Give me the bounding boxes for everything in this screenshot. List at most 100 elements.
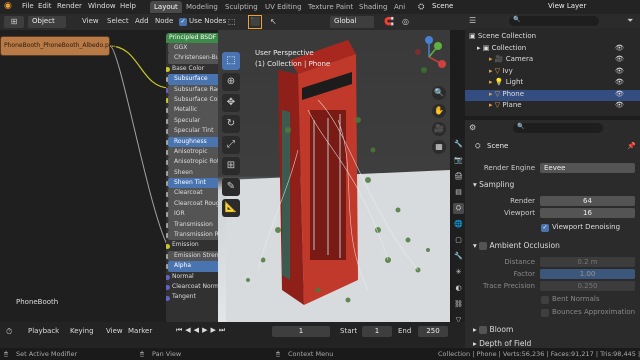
transform-pivot-icon[interactable]: ⬚: [228, 17, 236, 26]
view-layer-tab-icon[interactable]: ▤: [453, 187, 464, 198]
outliner-row-scene-collection[interactable]: ▣ Scene Collection: [465, 32, 640, 44]
outliner-row-light[interactable]: ▸ 💡 Light 👁: [465, 78, 640, 90]
principled-input-row[interactable]: GGX: [168, 43, 224, 54]
principled-input-row[interactable]: Sheen: [168, 167, 224, 179]
tab-layout[interactable]: Layout: [150, 1, 182, 13]
principled-input-row[interactable]: Normal: [166, 272, 226, 282]
image-texture-node[interactable]: PhoneBooth_PhoneBooth_Albedo.png: [0, 36, 116, 56]
bent-normals-checkbox[interactable]: [541, 296, 549, 304]
editor-type-icon[interactable]: ⊞: [4, 16, 24, 28]
menu-edit[interactable]: Edit: [38, 2, 52, 10]
ao-factor-slider[interactable]: 1.00: [540, 269, 635, 279]
scale-tool-icon[interactable]: ⤢: [222, 136, 240, 154]
menu-window[interactable]: Window: [88, 2, 116, 10]
orientation-selector[interactable]: Global: [330, 16, 374, 28]
viewport-samples-field[interactable]: 16: [540, 208, 635, 218]
principled-input-row[interactable]: Clearcoat Roughness: [168, 198, 226, 210]
visibility-eye-icon[interactable]: 👁: [615, 90, 624, 98]
current-frame-field[interactable]: 1: [272, 326, 330, 337]
principled-input-row[interactable]: Anisotropic: [168, 146, 224, 158]
end-frame-field[interactable]: 250: [418, 326, 448, 337]
annotate-tool-icon[interactable]: ✎: [222, 178, 240, 196]
principled-input-row[interactable]: Alpha: [168, 261, 224, 272]
menu-add[interactable]: Add: [135, 17, 149, 25]
tab-uv-editing[interactable]: UV Editing: [261, 1, 306, 13]
menu-node[interactable]: Node: [155, 17, 173, 25]
tab-modeling[interactable]: Modeling: [182, 1, 222, 13]
principled-input-row[interactable]: Clearcoat Normal: [166, 282, 226, 292]
outliner-row-ivy[interactable]: ▸ ▽ Ivy 👁: [465, 67, 640, 79]
tab-animation[interactable]: Ani: [390, 1, 409, 13]
principled-input-row[interactable]: IOR: [168, 209, 224, 220]
principled-input-row[interactable]: Subsurface Color: [168, 94, 225, 106]
pin-icon[interactable]: 📌: [627, 142, 636, 150]
properties-editor-icon[interactable]: ⚙: [469, 123, 476, 132]
outliner-row-collection[interactable]: ▸ ▣ Collection 👁: [465, 44, 640, 56]
principled-input-row[interactable]: Subsurface: [168, 74, 224, 85]
scene-tab-icon[interactable]: ⛭: [453, 203, 464, 214]
menu-help[interactable]: Help: [120, 2, 136, 10]
ao-distance-field[interactable]: 0.2 m: [540, 257, 635, 267]
outliner-editor-icon[interactable]: ☰: [469, 16, 476, 25]
visibility-eye-icon[interactable]: 👁: [615, 78, 624, 86]
properties-search-input[interactable]: 🔍: [513, 123, 603, 133]
principled-input-row[interactable]: Tangent: [166, 292, 226, 302]
cursor-tool-icon[interactable]: ⊕: [222, 73, 240, 91]
principled-input-row[interactable]: Christensen-Burley: [168, 53, 226, 64]
render-engine-dropdown[interactable]: Eevee: [540, 163, 635, 173]
mode-selector[interactable]: Object: [28, 16, 66, 28]
view-layer-selector[interactable]: View Layer: [548, 2, 586, 10]
visibility-eye-icon[interactable]: 👁: [615, 55, 624, 63]
filter-icon[interactable]: ⏷: [627, 16, 633, 26]
render-samples-field[interactable]: 64: [540, 196, 635, 206]
menu-file[interactable]: File: [22, 2, 34, 10]
menu-render[interactable]: Render: [57, 2, 82, 10]
tab-texture-paint[interactable]: Texture Paint: [304, 1, 357, 13]
outliner-row-phone[interactable]: ▸ ▽ Phone 👁: [465, 89, 640, 101]
principled-input-row[interactable]: Base Color: [166, 64, 226, 74]
menu-view[interactable]: View: [82, 17, 99, 25]
visibility-eye-icon[interactable]: 👁: [615, 67, 624, 75]
rotate-tool-icon[interactable]: ↻: [222, 115, 240, 133]
modifier-tab-icon[interactable]: 🔧: [453, 251, 464, 262]
start-frame-field[interactable]: 1: [362, 326, 392, 337]
playback-controls[interactable]: ⏮◀◀▶▶⏭: [176, 326, 228, 335]
outliner-search-input[interactable]: 🔍: [509, 16, 599, 26]
transform-tool-icon[interactable]: ⊞: [222, 157, 240, 175]
menu-select[interactable]: Select: [107, 17, 129, 25]
physics-tab-icon[interactable]: ◐: [453, 283, 464, 294]
render-tab-icon[interactable]: 📷: [453, 155, 464, 166]
proportional-edit-icon[interactable]: ◎: [402, 17, 409, 26]
blender-logo-icon[interactable]: ◉: [4, 1, 12, 11]
ambient-occlusion-checkbox[interactable]: [479, 242, 488, 250]
zoom-icon[interactable]: 🔍: [432, 86, 446, 100]
camera-view-icon[interactable]: 🎥: [432, 122, 446, 136]
sampling-panel-header[interactable]: ▾ Sampling: [473, 180, 514, 189]
principled-input-row[interactable]: Subsurface Radius: [168, 84, 226, 95]
principled-input-row[interactable]: Transmission Roughness: [168, 230, 226, 241]
menu-playback[interactable]: Playback: [28, 327, 59, 335]
principled-bsdf-node[interactable]: Principled BSDF GGX Christensen-Burley Bas…: [166, 33, 226, 323]
principled-input-row[interactable]: Specular Tint: [168, 126, 224, 137]
outliner-row-plane[interactable]: ▸ ▽ Plane 👁: [465, 101, 640, 113]
outliner-row-camera[interactable]: ▸ 🎥 Camera 👁: [465, 55, 640, 67]
pan-hand-icon[interactable]: ✋: [432, 104, 446, 118]
principled-input-row[interactable]: Roughness: [168, 136, 224, 147]
principled-input-row[interactable]: Anisotropic Rotation: [168, 157, 226, 168]
principled-input-row[interactable]: Transmission: [168, 219, 224, 231]
principled-input-row[interactable]: Emission: [166, 240, 226, 250]
cursor-icon[interactable]: ↖: [270, 17, 277, 26]
visibility-eye-icon[interactable]: 👁: [615, 101, 624, 109]
viewport-denoising-checkbox[interactable]: ✓: [541, 224, 549, 232]
use-nodes-checkbox[interactable]: ✓: [179, 18, 187, 26]
visibility-eye-icon[interactable]: 👁: [615, 44, 624, 52]
grid-view-icon[interactable]: ▦: [432, 140, 446, 154]
select-box-icon[interactable]: ⬛: [248, 15, 262, 29]
bounces-approx-checkbox[interactable]: [541, 309, 549, 317]
select-box-tool-icon[interactable]: ⬚: [222, 52, 240, 70]
principled-input-row[interactable]: Metallic: [168, 105, 224, 116]
navigation-gizmo[interactable]: [410, 34, 448, 80]
world-tab-icon[interactable]: 🌐: [453, 219, 464, 230]
principled-input-row[interactable]: Clearcoat: [168, 188, 224, 199]
bloom-checkbox[interactable]: [479, 326, 488, 334]
